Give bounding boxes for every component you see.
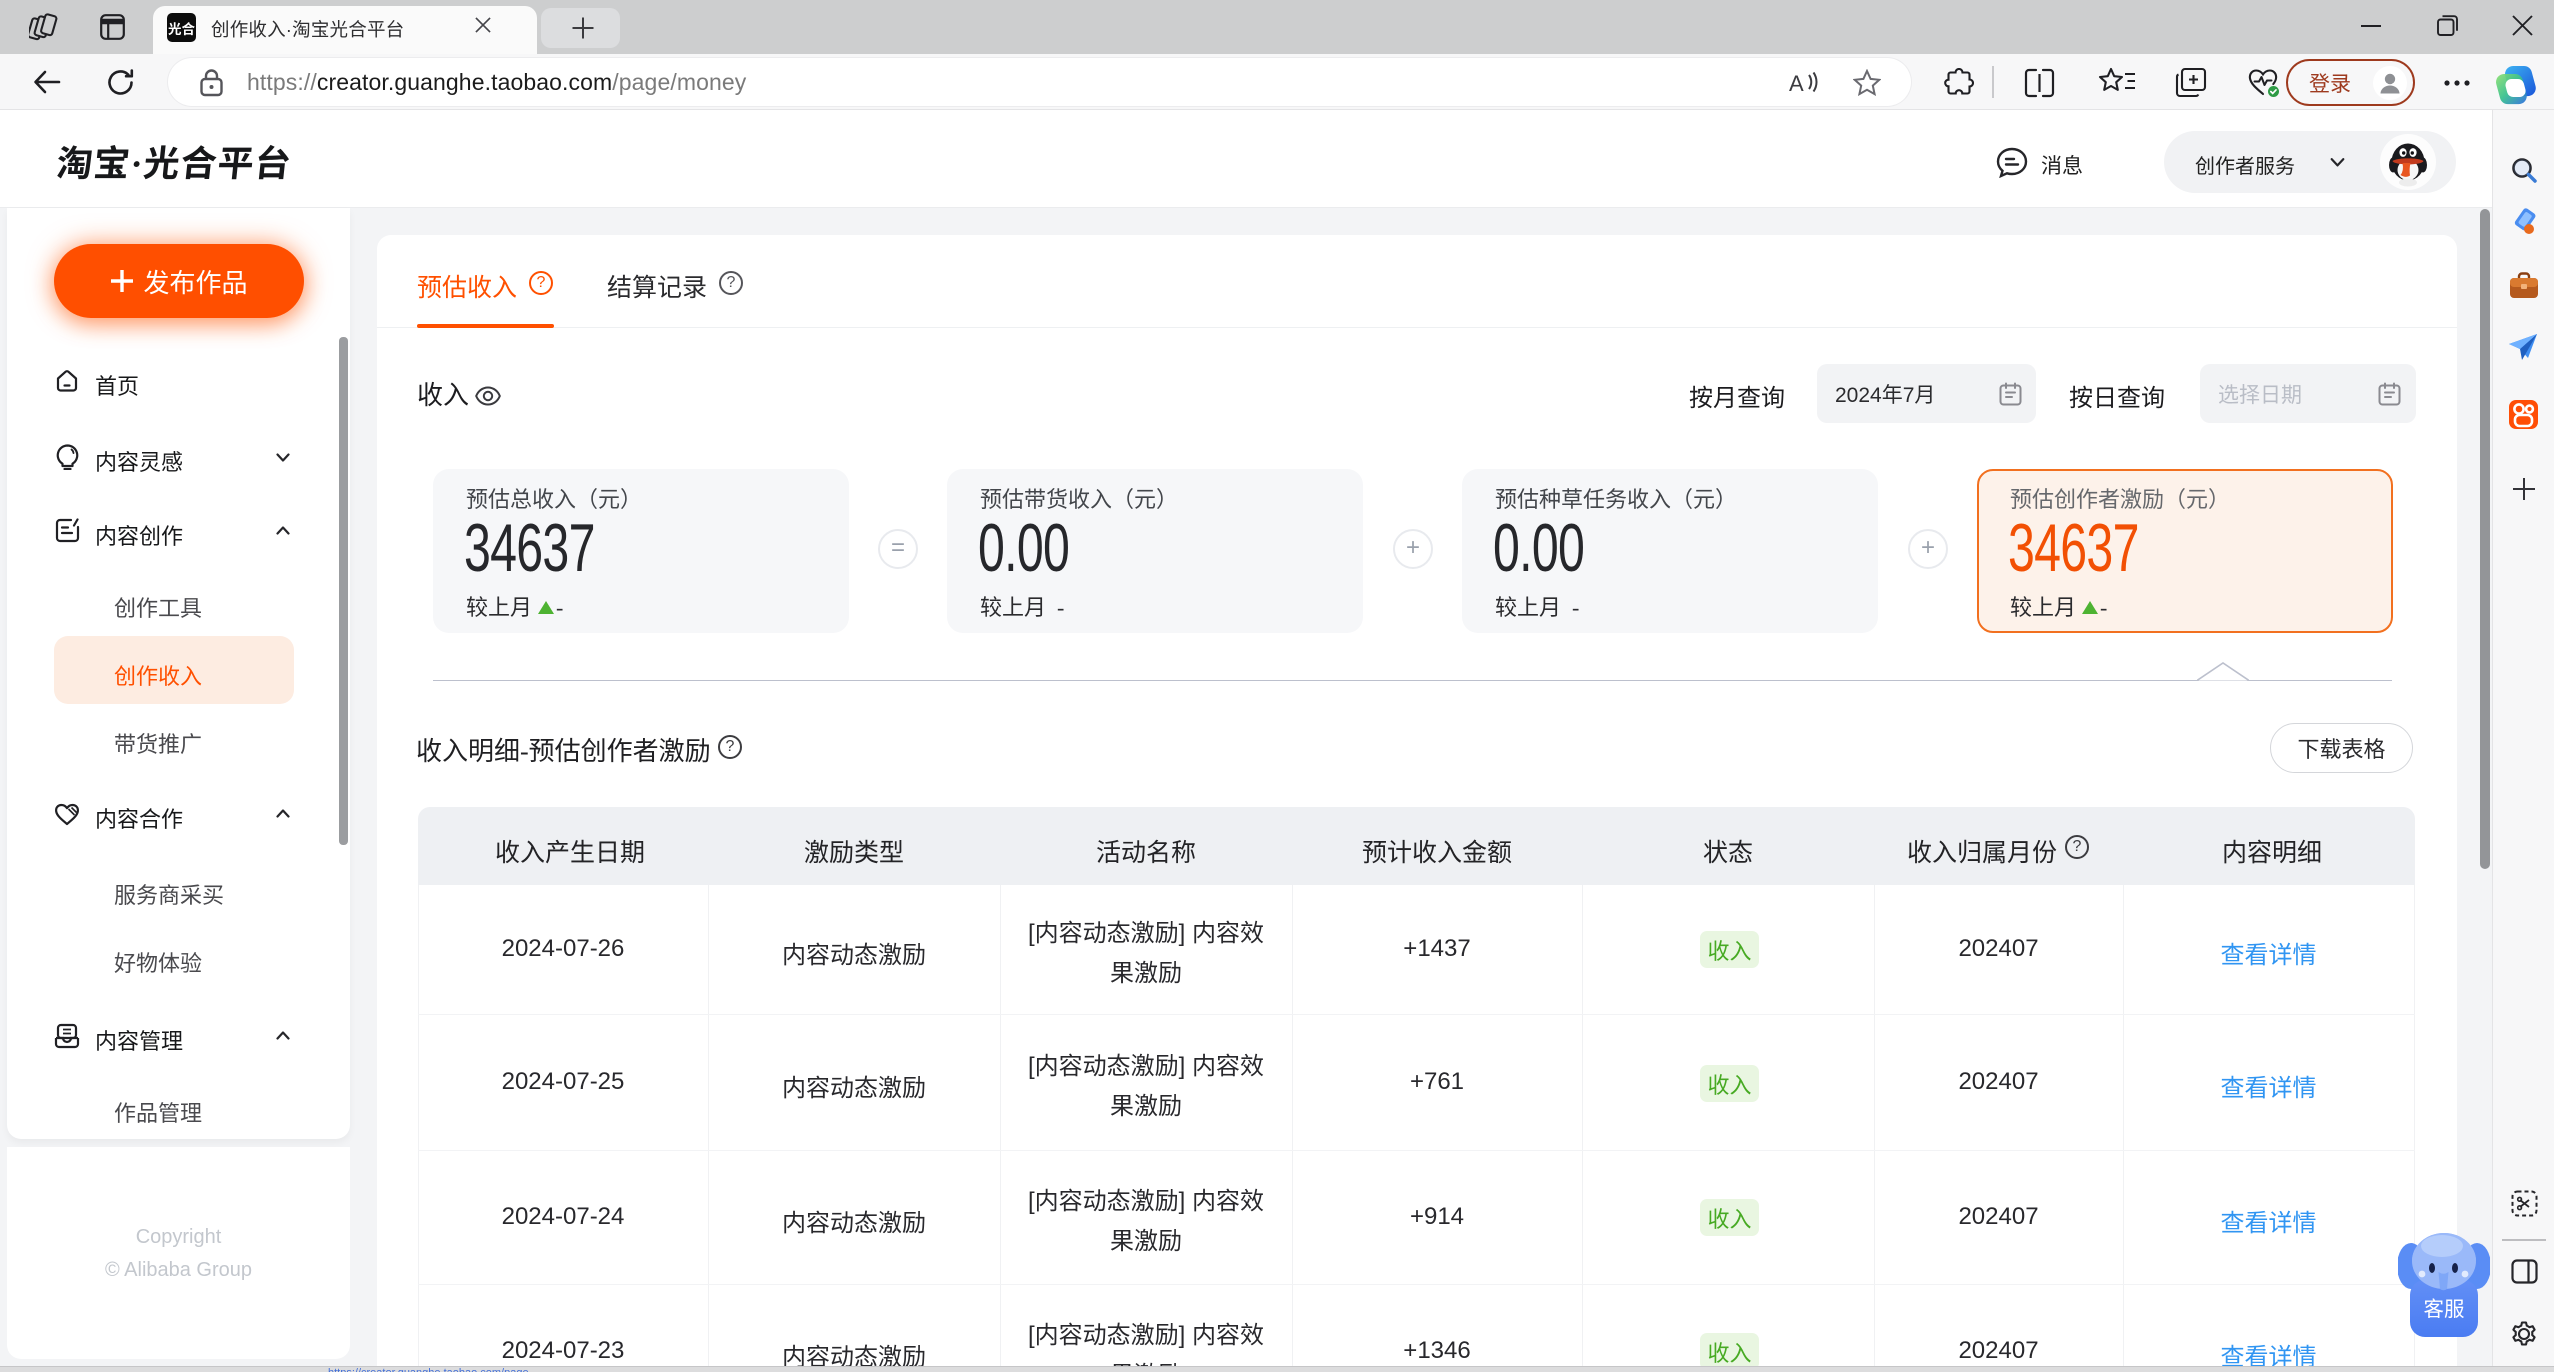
svg-text:A: A: [1789, 71, 1804, 95]
svg-text:客服: 客服: [2424, 1292, 2465, 1322]
